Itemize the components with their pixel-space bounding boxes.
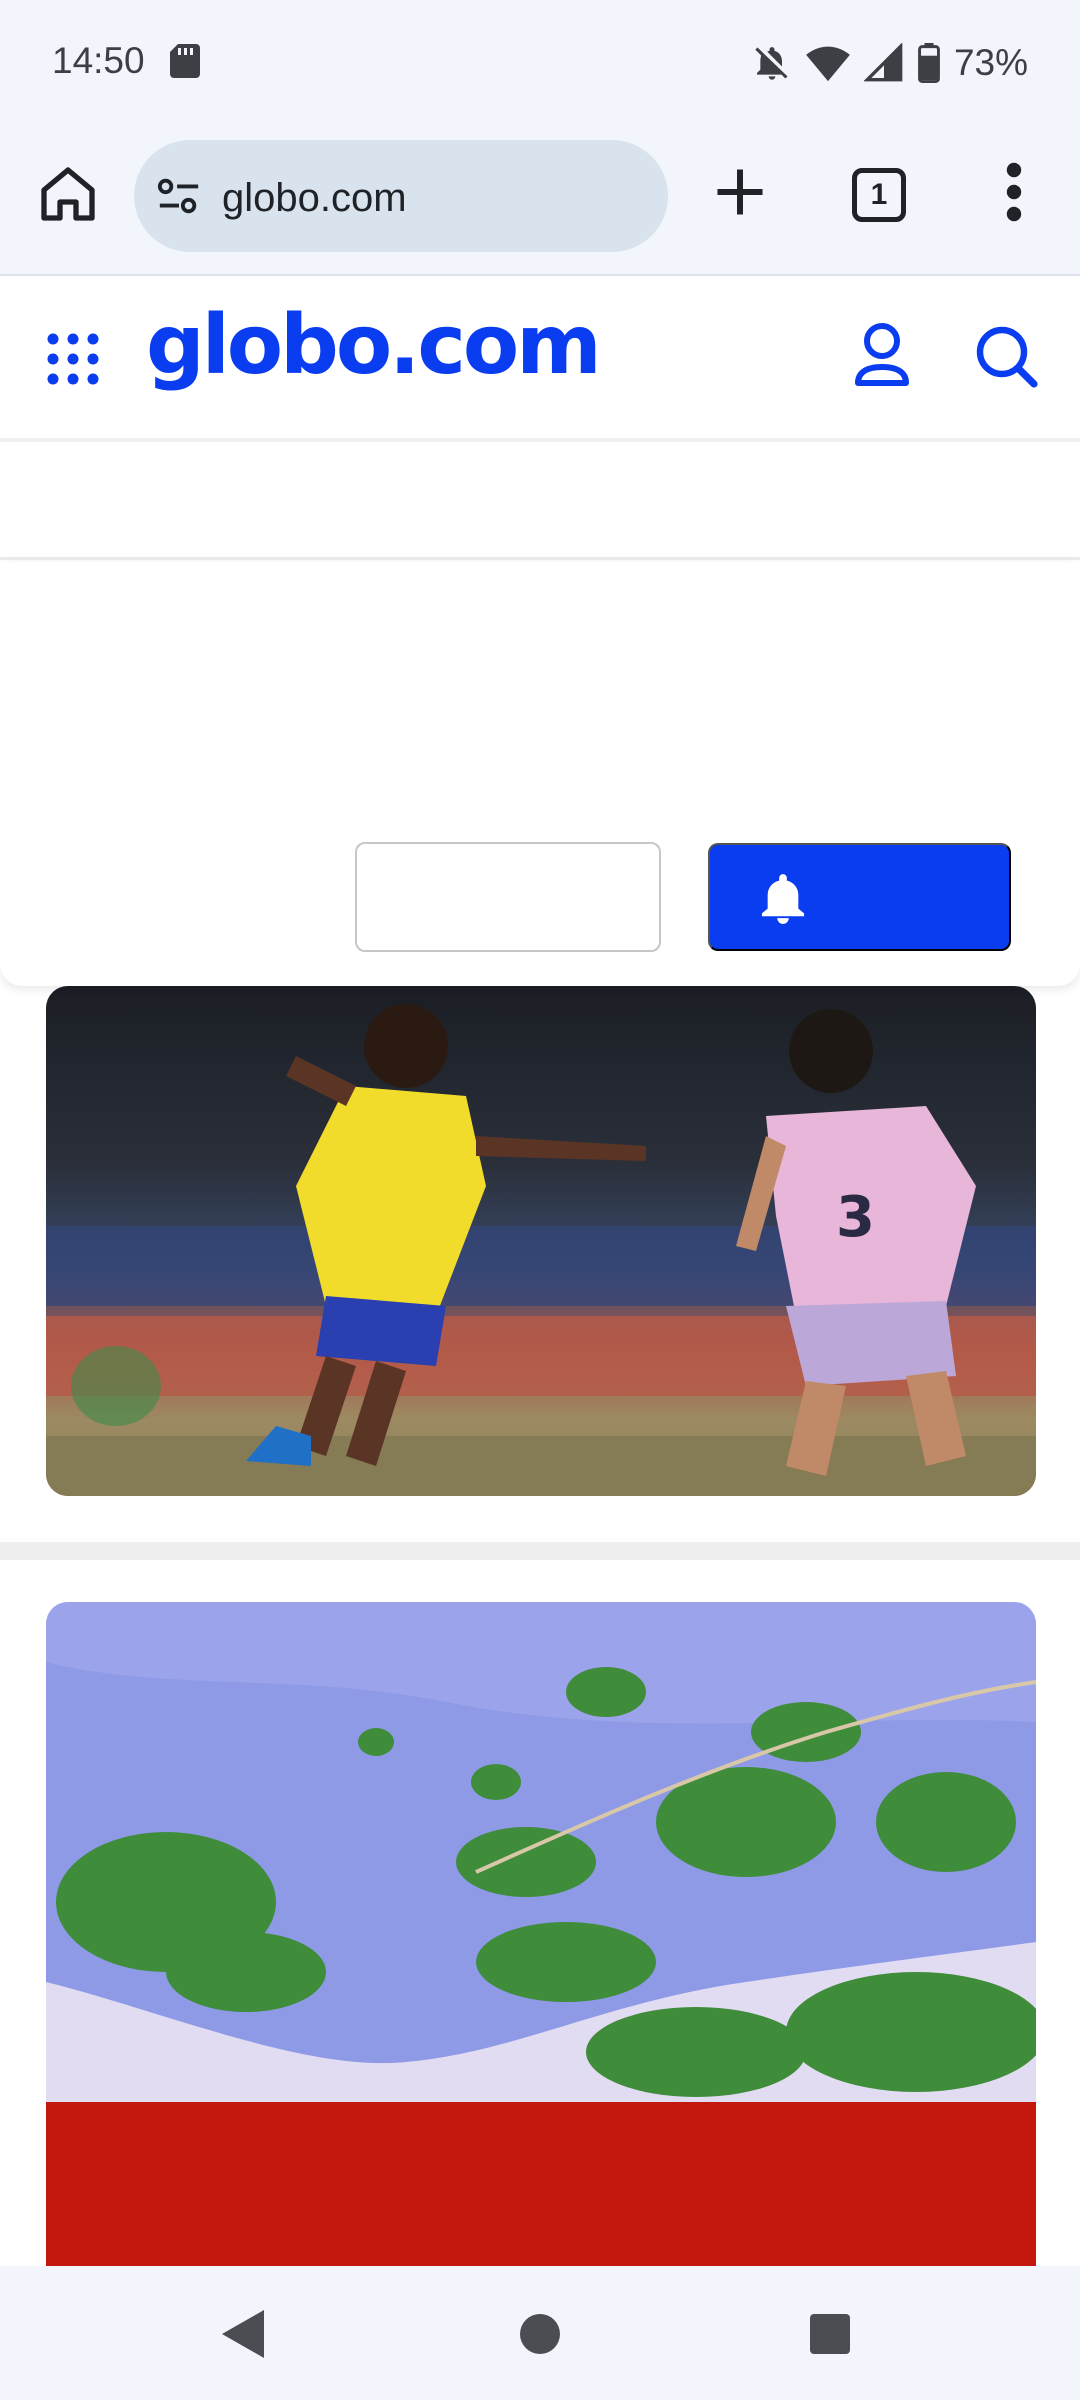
- section-divider: [0, 1542, 1080, 1560]
- tab-count: 1: [870, 178, 888, 211]
- status-icons: 73%: [752, 38, 1028, 88]
- apps-grid-icon[interactable]: [46, 332, 100, 386]
- more-menu-icon[interactable]: [994, 160, 1034, 224]
- football-match-image[interactable]: 3: [46, 986, 1036, 1496]
- home-icon[interactable]: [36, 162, 100, 226]
- jersey-number: 3: [836, 1185, 875, 1250]
- battery-percent: 73%: [953, 42, 1028, 83]
- notification-prompt-card: [0, 562, 1080, 986]
- recents-icon[interactable]: [810, 2314, 850, 2354]
- status-bar: 14:50 73%: [0, 0, 1080, 128]
- site-settings-icon[interactable]: [156, 176, 202, 216]
- bell-icon: [761, 874, 805, 924]
- new-tab-icon[interactable]: [710, 162, 770, 222]
- url-text[interactable]: globo.com: [222, 176, 407, 221]
- decline-notifications-button[interactable]: [355, 842, 661, 952]
- status-time: 14:50: [52, 40, 145, 81]
- sd-card-icon: [170, 44, 200, 78]
- site-header: globo.com: [0, 276, 1080, 442]
- red-banner: [46, 2102, 1036, 2266]
- home-circle-icon[interactable]: [520, 2314, 560, 2354]
- flood-aerial-illustration: [46, 1602, 1036, 2266]
- flood-aerial-image[interactable]: [46, 1602, 1036, 2266]
- wifi-icon: [806, 46, 850, 82]
- accept-notifications-button[interactable]: [708, 843, 1011, 951]
- system-nav-bar: [0, 2266, 1080, 2400]
- cell-signal-icon: [863, 43, 903, 82]
- site-logo[interactable]: globo.com: [146, 298, 602, 393]
- tab-switcher-button[interactable]: 1: [852, 168, 906, 222]
- address-bar[interactable]: globo.com: [134, 140, 668, 252]
- search-icon[interactable]: [974, 324, 1038, 388]
- ad-placeholder-strip: [0, 442, 1080, 560]
- notifications-off-icon: [755, 47, 788, 80]
- browser-toolbar: globo.com 1: [0, 128, 1080, 276]
- news-feed: 3: [0, 986, 1080, 2266]
- back-icon[interactable]: [222, 2310, 264, 2358]
- battery-icon: [918, 43, 940, 83]
- user-icon[interactable]: [852, 322, 912, 390]
- football-match-illustration: 3: [46, 986, 1036, 1496]
